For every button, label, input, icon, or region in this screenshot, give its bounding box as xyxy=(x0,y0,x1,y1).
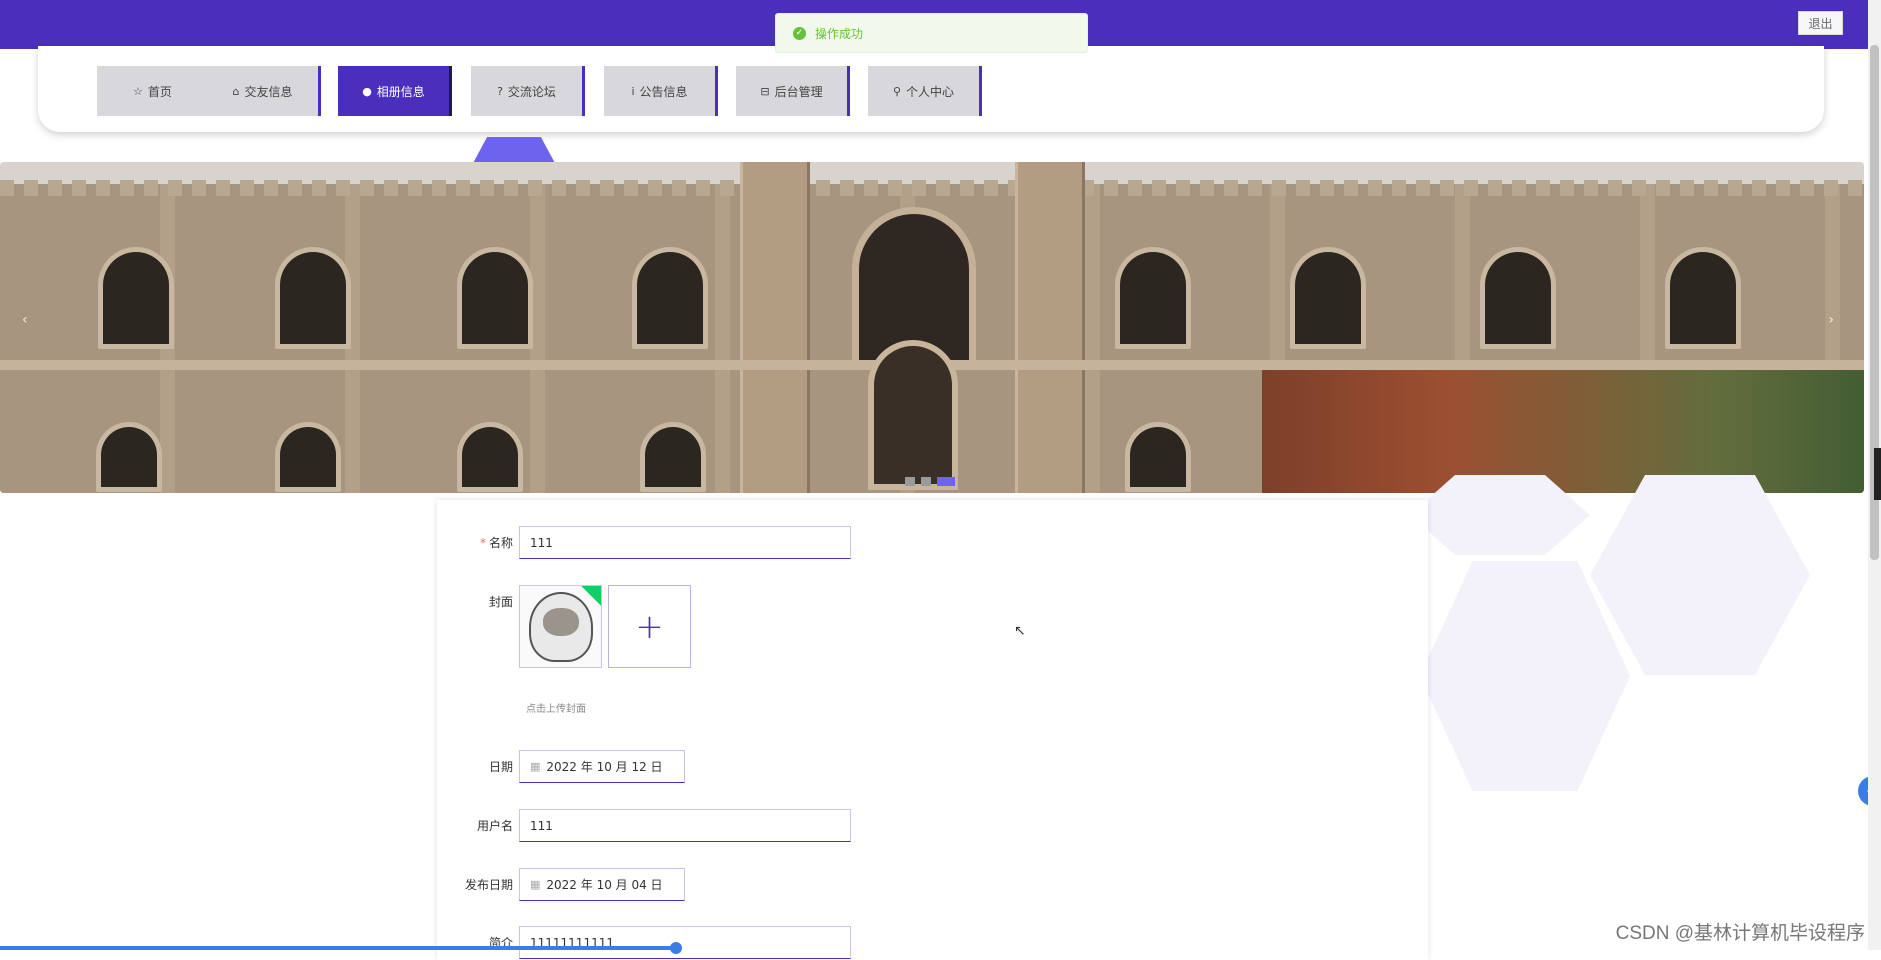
bag-icon: ⌂ xyxy=(232,84,240,98)
cover-thumbnail[interactable] xyxy=(519,585,602,668)
upload-add-button[interactable]: + xyxy=(608,585,691,668)
carousel-next-icon[interactable]: › xyxy=(1828,312,1834,328)
hexagon-decoration xyxy=(1410,475,1880,795)
star-icon: ☆ xyxy=(133,84,143,98)
form-row-intro: 简介 11111111111 xyxy=(437,926,851,959)
form-row-date: 日期 ▦ 2022 年 10 月 12 日 xyxy=(437,750,685,783)
album-form: * 名称 111 封面 + 点击上传封面 日期 ▦ 2022 年 10 月 12 … xyxy=(437,500,1428,960)
active-nav-pointer xyxy=(472,137,556,165)
nav-item-label: 交流论坛 xyxy=(507,84,556,99)
carousel-indicators xyxy=(905,477,955,486)
arched-gate xyxy=(868,340,958,490)
form-row-username: 用户名 111 xyxy=(437,809,851,842)
nav-item-forum[interactable]: ? 交流论坛 xyxy=(471,66,585,116)
intro-input[interactable]: 11111111111 xyxy=(519,926,851,959)
cover-label: 封面 xyxy=(488,595,513,609)
info-icon: ● xyxy=(362,84,372,98)
name-input[interactable]: 111 xyxy=(519,526,851,559)
progress-line xyxy=(0,942,682,954)
publish-date-label: 发布日期 xyxy=(464,878,513,892)
nav-item-label: 个人中心 xyxy=(906,84,955,99)
csdn-watermark: CSDN @基林计算机毕设程序 xyxy=(1615,923,1865,944)
form-row-cover: 封面 + xyxy=(437,585,691,668)
form-row-publish-date: 发布日期 ▦ 2022 年 10 月 04 日 xyxy=(437,868,685,901)
nav-panel: ☆ 首页 ⌂ 交友信息 ● 相册信息 ? 交流论坛 i 公告信息 ⊟ 后台管理 … xyxy=(38,46,1824,132)
nav-item-label: 首页 xyxy=(147,84,172,99)
date-picker[interactable]: ▦ 2022 年 10 月 12 日 xyxy=(519,750,685,783)
nav-item-notice[interactable]: i 公告信息 xyxy=(604,66,718,116)
logout-button[interactable]: 退出 xyxy=(1798,11,1843,35)
nav-item-label: 后台管理 xyxy=(774,84,823,99)
carousel-dot[interactable] xyxy=(921,477,931,486)
carousel-dot-active[interactable] xyxy=(937,477,955,486)
username-input[interactable]: 111 xyxy=(519,809,851,842)
cover-upload-hint: 点击上传封面 xyxy=(526,704,586,715)
success-toast: ✓ 操作成功 xyxy=(775,13,1088,53)
info-icon: i xyxy=(631,84,635,98)
calendar-icon: ▦ xyxy=(530,878,541,891)
nav-item-label: 相册信息 xyxy=(376,84,425,99)
nav-item-home[interactable]: ☆ 首页 xyxy=(97,66,211,116)
toast-message: 操作成功 xyxy=(815,26,864,41)
nav-item-dating[interactable]: ⌂ 交友信息 xyxy=(207,66,321,116)
form-row-name: * 名称 111 xyxy=(437,526,851,559)
carousel[interactable]: ‹ › xyxy=(0,162,1864,493)
date-label: 日期 xyxy=(488,760,513,774)
nav-item-label: 公告信息 xyxy=(639,84,688,99)
nav-item-admin[interactable]: ⊟ 后台管理 xyxy=(736,66,850,116)
question-icon: ? xyxy=(497,84,503,98)
user-icon: ⚲ xyxy=(892,84,902,98)
check-circle-icon: ✓ xyxy=(793,26,806,40)
name-label: 名称 xyxy=(488,536,513,550)
calendar-icon: ▦ xyxy=(530,760,541,773)
mouse-cursor-icon: ↖ xyxy=(1014,623,1026,639)
ivy xyxy=(1262,370,1864,493)
nav-item-label: 交友信息 xyxy=(244,84,293,99)
publish-date-picker[interactable]: ▦ 2022 年 10 月 04 日 xyxy=(519,868,685,901)
carousel-prev-icon[interactable]: ‹ xyxy=(22,312,28,328)
nav-item-album[interactable]: ● 相册信息 xyxy=(338,66,452,116)
nav-item-profile[interactable]: ⚲ 个人中心 xyxy=(868,66,982,116)
bear-image xyxy=(528,591,593,662)
username-label: 用户名 xyxy=(476,819,513,833)
carousel-dot[interactable] xyxy=(905,477,915,486)
scrollbar[interactable] xyxy=(1868,0,1881,950)
briefcase-icon: ⊟ xyxy=(760,84,770,98)
date-value: 2022 年 10 月 12 日 xyxy=(546,760,663,774)
publish-date-value: 2022 年 10 月 04 日 xyxy=(546,878,663,892)
